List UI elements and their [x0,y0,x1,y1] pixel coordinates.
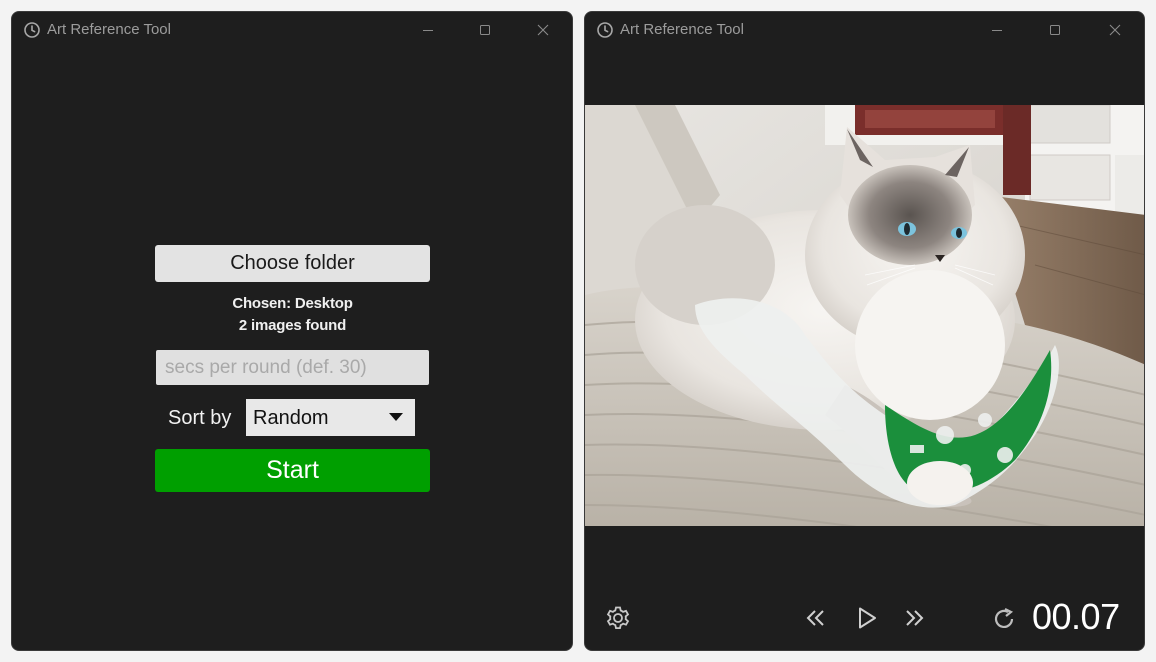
choose-folder-button[interactable]: Choose folder [155,245,430,282]
countdown-timer: 00.07 [1032,596,1120,637]
images-found-text: 2 images found [238,317,347,334]
maximize-icon[interactable] [1043,18,1067,42]
window-title: Art Reference Tool [620,21,744,38]
viewer-window: Art Reference Tool 00.07 [584,11,1145,651]
window-title: Art Reference Tool [47,21,171,38]
sort-by-label: Sort by [168,407,232,429]
maximize-icon[interactable] [473,18,497,42]
start-button[interactable]: Start [155,449,430,492]
secs-per-round-input[interactable] [156,350,429,385]
gear-icon[interactable] [605,605,631,631]
double-chevron-left-icon[interactable] [804,606,828,630]
play-icon[interactable] [854,605,880,631]
close-icon[interactable] [531,18,555,42]
close-icon[interactable] [1103,18,1127,42]
caret-down-icon [389,413,403,421]
sort-by-dropdown[interactable]: Random [246,399,415,436]
sort-selected-value: Random [253,407,329,429]
double-chevron-right-icon[interactable] [902,606,926,630]
reference-image [585,105,1144,526]
minimize-icon[interactable] [985,18,1009,42]
title-bar[interactable]: Art Reference Tool [12,12,572,48]
clock-icon [24,22,40,38]
title-bar[interactable]: Art Reference Tool [585,12,1144,48]
chosen-folder-text: Chosen: Desktop [232,295,353,312]
minimize-icon[interactable] [416,18,440,42]
restart-icon[interactable] [991,606,1017,632]
setup-window: Art Reference Tool Choose folder Chosen:… [11,11,573,651]
clock-icon [597,22,613,38]
